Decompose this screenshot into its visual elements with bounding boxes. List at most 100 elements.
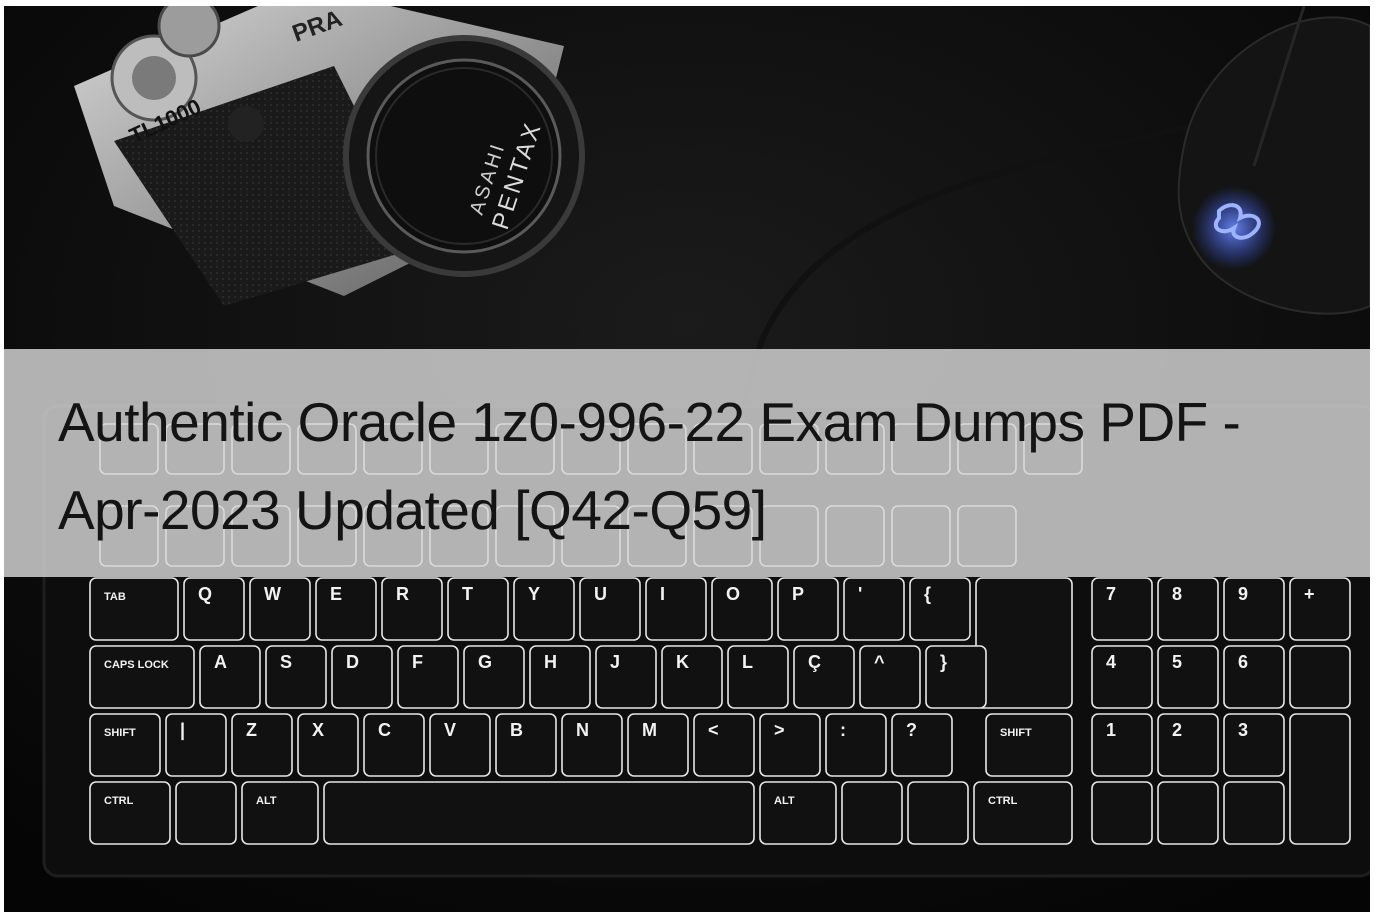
key-shift-right [985, 713, 1073, 777]
key-alt-right-label: ALT [774, 795, 795, 807]
key-home-3-label: D [346, 652, 359, 672]
key-home-10 [793, 645, 855, 709]
numpad-enter [1289, 713, 1351, 845]
key-5 [447, 577, 509, 641]
key-enter [975, 577, 1073, 709]
key-8-label: I [660, 584, 665, 604]
key-shift-left-label: SHIFT [104, 727, 136, 739]
key-2-label: W [264, 584, 281, 604]
key-home-7 [595, 645, 657, 709]
key-home-7-label: J [610, 652, 620, 672]
numpad-plus-label: + [1304, 584, 1315, 604]
key-home-8-label: K [676, 652, 689, 672]
key-9-label: O [726, 584, 740, 604]
key-10 [777, 577, 839, 641]
key-shift-row-2 [231, 713, 293, 777]
key-shift-row-8-label: M [642, 720, 657, 740]
numpad-6-label: 6 [1238, 652, 1248, 672]
numpad-3-label: 3 [1238, 720, 1248, 740]
key-win-left [175, 781, 237, 845]
key-4 [381, 577, 443, 641]
key-shift-row-4-label: C [378, 720, 391, 740]
key-8 [645, 577, 707, 641]
key-11 [843, 577, 905, 641]
key-shift-row-7 [561, 713, 623, 777]
key-10-label: P [792, 584, 804, 604]
numpad-9-label: 9 [1238, 584, 1248, 604]
key-alt-right [759, 781, 837, 845]
key-alt-left [241, 781, 319, 845]
key-3 [315, 577, 377, 641]
article-title[interactable]: Authentic Oracle 1z0-996-22 Exam Dumps P… [58, 378, 1348, 554]
numpad-2-label: 2 [1172, 720, 1182, 740]
key-home-9 [727, 645, 789, 709]
key-tab [89, 577, 179, 641]
key-shift-row-10 [759, 713, 821, 777]
key-6-label: Y [528, 584, 540, 604]
key-ctrl-left [89, 781, 171, 845]
key-6 [513, 577, 575, 641]
key-shift-right-label: SHIFT [1000, 727, 1032, 739]
key-shift-row-2-label: Z [246, 720, 257, 740]
key-9 [711, 577, 773, 641]
key-space [323, 781, 755, 845]
arrow-left [1091, 781, 1153, 845]
key-home-9-label: L [742, 652, 753, 672]
numpad-dot [1289, 645, 1351, 709]
key-shift-row-7-label: N [576, 720, 589, 740]
key-shift-row-10-label: > [774, 720, 785, 740]
numpad-8-label: 8 [1172, 584, 1182, 604]
numpad-1-label: 1 [1106, 720, 1116, 740]
key-home-6 [529, 645, 591, 709]
numpad-5-label: 5 [1172, 652, 1182, 672]
key-ctrl-right-label: CTRL [988, 795, 1018, 807]
article-title-line2: Apr-2023 Updated [Q42-Q59] [58, 479, 767, 541]
key-home-10-label: Ç [808, 652, 821, 672]
key-11-label: ' [858, 584, 862, 604]
numpad-7 [1091, 577, 1153, 641]
key-shift-row-6-label: B [510, 720, 523, 740]
numpad-3 [1223, 713, 1285, 777]
key-shift-row-11-label: : [840, 720, 846, 740]
key-home-3 [331, 645, 393, 709]
key-home-12-label: } [940, 652, 947, 672]
key-capslock [89, 645, 195, 709]
key-shift-left [89, 713, 161, 777]
key-shift-row-5 [429, 713, 491, 777]
key-shift-row-1-label: | [180, 720, 185, 740]
key-home-1-label: A [214, 652, 227, 672]
key-shift-row-12 [891, 713, 953, 777]
arrow-right [1223, 781, 1285, 845]
arrow-down [1157, 781, 1219, 845]
key-shift-row-6 [495, 713, 557, 777]
key-shift-row-4 [363, 713, 425, 777]
key-1 [183, 577, 245, 641]
key-home-12 [925, 645, 987, 709]
key-home-8 [661, 645, 723, 709]
key-ctrl-right [973, 781, 1073, 845]
key-shift-row-9-label: < [708, 720, 719, 740]
key-3-label: E [330, 584, 342, 604]
key-12 [909, 577, 971, 641]
key-shift-row-3 [297, 713, 359, 777]
key-home-11 [859, 645, 921, 709]
key-home-4 [397, 645, 459, 709]
numpad-2 [1157, 713, 1219, 777]
key-shift-row-1 [165, 713, 227, 777]
key-7 [579, 577, 641, 641]
key-home-2 [265, 645, 327, 709]
key-shift-row-11 [825, 713, 887, 777]
key-ctrl-left-label: CTRL [104, 795, 134, 807]
key-tab-label: TAB [104, 591, 126, 603]
key-home-4-label: F [412, 652, 423, 672]
key-shift-row-9 [693, 713, 755, 777]
numpad-1 [1091, 713, 1153, 777]
numpad-8 [1157, 577, 1219, 641]
key-fn [907, 781, 969, 845]
numpad-4 [1091, 645, 1153, 709]
key-home-1 [199, 645, 261, 709]
key-shift-row-8 [627, 713, 689, 777]
key-home-5 [463, 645, 525, 709]
article-title-line1: Authentic Oracle 1z0-996-22 Exam Dumps P… [58, 391, 1241, 453]
numpad-9 [1223, 577, 1285, 641]
